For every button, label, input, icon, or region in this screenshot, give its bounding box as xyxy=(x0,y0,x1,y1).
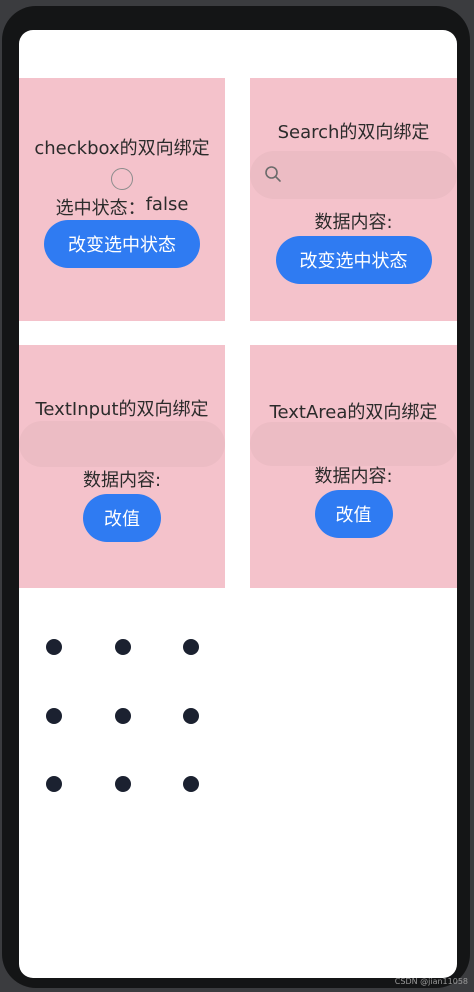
textinput-field[interactable] xyxy=(19,421,225,467)
search-input[interactable] xyxy=(250,151,457,199)
textarea-data-label: 数据内容: xyxy=(314,466,393,487)
search-change-button[interactable]: 改变选中状态 xyxy=(275,236,432,284)
pattern-dot[interactable] xyxy=(115,776,131,792)
pattern-dot[interactable] xyxy=(115,639,131,655)
change-checked-button[interactable]: 改变选中状态 xyxy=(44,220,200,268)
pattern-dot[interactable] xyxy=(46,708,62,724)
textinput-data-label: 数据内容: xyxy=(82,470,162,491)
checkbox-status-label: 选中状态： xyxy=(55,198,146,219)
app-screen: checkbox的双向绑定 选中状态： false 改变选中状态 Search的… xyxy=(19,30,457,978)
search-card: Search的双向绑定 xyxy=(250,78,457,321)
checkbox-status: 选中状态： false xyxy=(56,194,189,220)
pattern-dot[interactable] xyxy=(183,776,199,792)
textarea-change-button[interactable]: 改值 xyxy=(314,490,393,538)
checkbox-card-title: checkbox的双向绑定 xyxy=(34,138,210,159)
pattern-lock[interactable] xyxy=(19,620,239,800)
textarea-card-title: TextArea的双向绑定 xyxy=(269,402,438,423)
csdn-watermark: CSDN @jian11058 xyxy=(394,977,468,986)
search-card-title: Search的双向绑定 xyxy=(277,122,430,143)
textarea-card-lower: 数据内容: 改值 xyxy=(250,462,457,538)
textinput-card-lower: 数据内容: 改值 xyxy=(19,466,225,542)
pattern-dot[interactable] xyxy=(183,639,199,655)
pattern-dot[interactable] xyxy=(183,708,199,724)
textinput-change-button[interactable]: 改值 xyxy=(83,494,161,542)
search-data-label: 数据内容: xyxy=(314,212,393,233)
checkbox-status-value: false xyxy=(145,194,189,215)
search-card-lower: 数据内容: 改变选中状态 xyxy=(250,208,457,284)
textarea-field[interactable] xyxy=(250,422,457,466)
checkbox-card: checkbox的双向绑定 选中状态： false 改变选中状态 xyxy=(19,78,225,321)
search-icon xyxy=(264,165,282,187)
pattern-dot[interactable] xyxy=(115,708,131,724)
pattern-dot[interactable] xyxy=(46,776,62,792)
pattern-dot[interactable] xyxy=(46,639,62,655)
checkbox-control[interactable] xyxy=(111,168,133,190)
phone-frame: checkbox的双向绑定 选中状态： false 改变选中状态 Search的… xyxy=(2,6,470,988)
textinput-card-title: TextInput的双向绑定 xyxy=(35,399,209,420)
